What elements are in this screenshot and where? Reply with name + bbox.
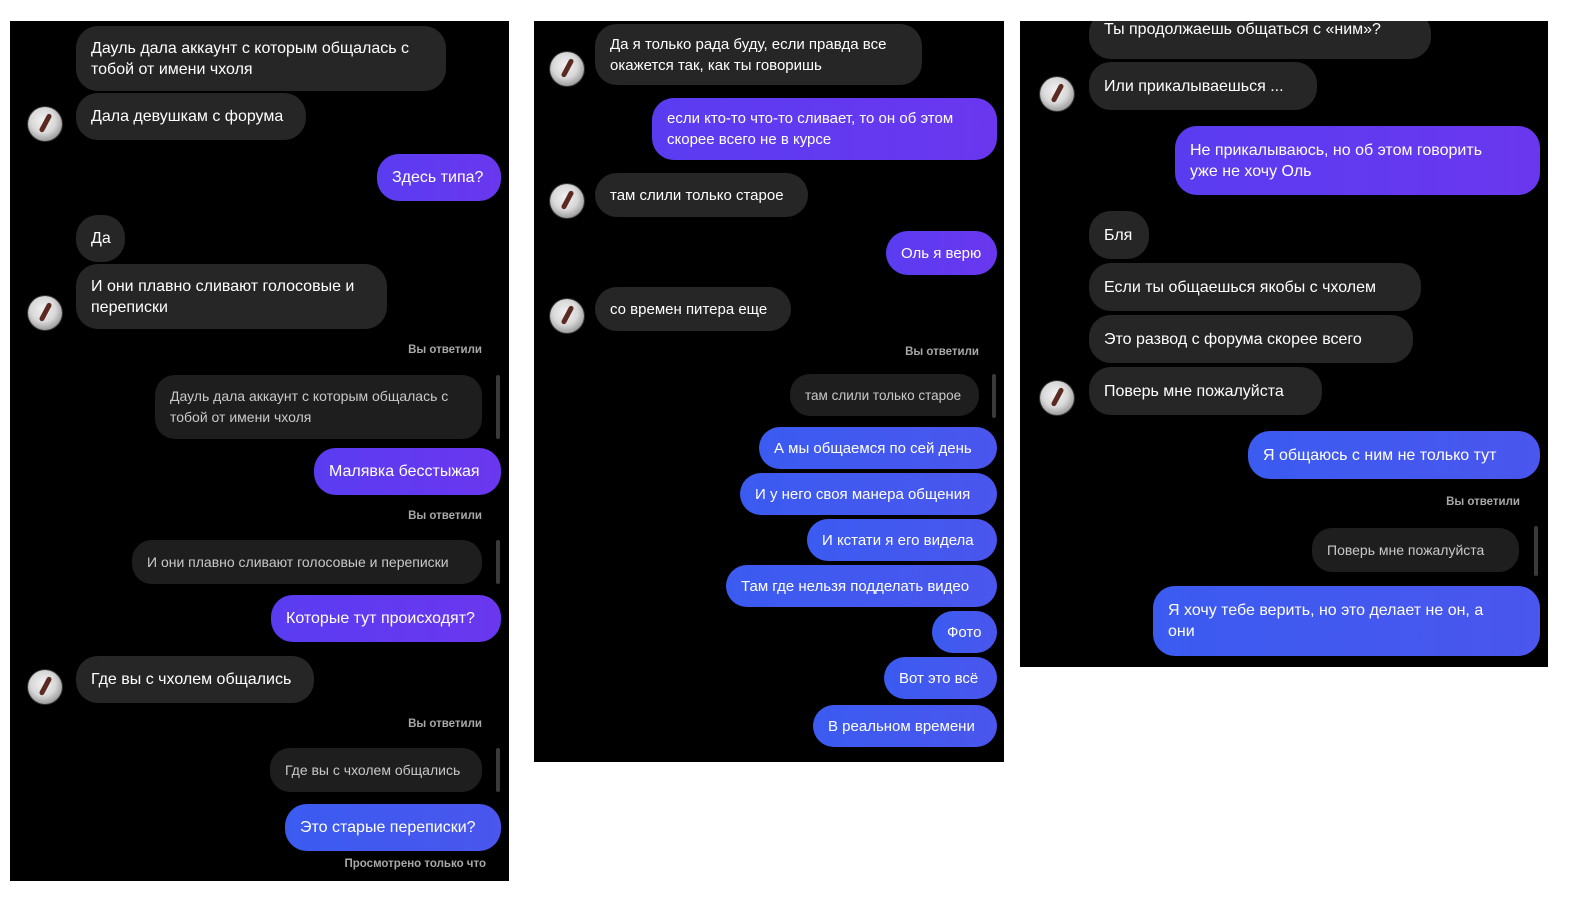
chat-panel-2: Да я только рада буду, если правда все о… [534, 21, 1004, 762]
message-outgoing[interactable]: Фото [932, 611, 997, 653]
message-incoming[interactable]: Это развод с форума скорее всего [1089, 315, 1413, 363]
message-incoming[interactable]: там слили только старое [595, 173, 808, 217]
quoted-message[interactable]: И они плавно сливают голосовые и перепис… [132, 540, 482, 584]
avatar-icon[interactable] [1040, 77, 1074, 111]
message-incoming[interactable]: со времен питера еще [595, 287, 791, 331]
message-outgoing[interactable]: Здесь типа? [377, 154, 501, 201]
replied-label: Вы ответили [1446, 496, 1520, 508]
avatar-icon[interactable] [550, 184, 584, 218]
avatar-icon[interactable] [550, 52, 584, 86]
replied-label: Вы ответили [408, 510, 482, 522]
message-outgoing[interactable]: Не прикалываюсь, но об этом говорить уже… [1175, 126, 1540, 195]
message-incoming[interactable]: Да я только рада буду, если правда все о… [595, 24, 922, 85]
quoted-message[interactable]: Дауль дала аккаунт с которым общалась с … [155, 375, 482, 439]
quoted-message[interactable]: там слили только старое [790, 374, 979, 416]
message-outgoing[interactable]: Там где нельзя подделать видео [726, 565, 997, 607]
message-outgoing[interactable]: Которые тут происходят? [271, 595, 501, 642]
message-outgoing[interactable]: Малявка бесстыжая [314, 448, 501, 495]
message-outgoing[interactable]: Это старые переписки? [285, 804, 501, 851]
message-incoming[interactable]: Ты продолжаешь общаться с «ним»? [1089, 21, 1431, 59]
message-incoming[interactable]: Да [76, 215, 125, 262]
message-outgoing[interactable]: И кстати я его видела [807, 519, 997, 561]
avatar-icon[interactable] [28, 107, 62, 141]
message-incoming[interactable]: Где вы с чхолем общались [76, 656, 314, 703]
chat-panel-1: Дауль дала аккаунт с которым общалась с … [10, 21, 509, 881]
message-outgoing[interactable]: В реальном времени [813, 705, 997, 747]
quoted-message[interactable]: Поверь мне пожалуйста [1312, 528, 1519, 572]
message-incoming[interactable]: Дауль дала аккаунт с которым общалась с … [76, 26, 446, 91]
message-outgoing[interactable]: Я хочу тебе верить, но это делает не он,… [1153, 586, 1540, 656]
quoted-message[interactable]: Где вы с чхолем общались [270, 748, 482, 792]
message-outgoing[interactable]: Вот это всё [884, 657, 997, 699]
replied-label: Вы ответили [905, 346, 979, 358]
replied-label: Вы ответили [408, 718, 482, 730]
quote-bar [992, 374, 996, 418]
chat-panel-3: Ты продолжаешь общаться с «ним»? Или при… [1020, 21, 1548, 667]
message-incoming[interactable]: Бля [1089, 211, 1149, 259]
avatar-icon[interactable] [28, 296, 62, 330]
message-outgoing[interactable]: Я общаюсь с ним не только тут [1248, 431, 1540, 479]
quote-bar [496, 540, 500, 584]
message-outgoing[interactable]: Оль я верю [886, 231, 997, 275]
message-outgoing[interactable]: И у него своя манера общения [740, 473, 997, 515]
message-outgoing[interactable]: если кто-то что-то сливает, то он об это… [652, 98, 997, 160]
message-incoming[interactable]: Если ты общаешься якобы с чхолем [1089, 263, 1421, 311]
avatar-icon[interactable] [550, 299, 584, 333]
message-incoming[interactable]: Поверь мне пожалуйста [1089, 367, 1322, 415]
avatar-icon[interactable] [28, 670, 62, 704]
quote-bar [496, 375, 500, 439]
message-incoming[interactable]: И они плавно сливают голосовые и перепис… [76, 264, 387, 329]
message-incoming[interactable]: Дала девушкам с форума [76, 93, 306, 140]
replied-label: Вы ответили [408, 344, 482, 356]
avatar-icon[interactable] [1040, 381, 1074, 415]
seen-status: Просмотрено только что [344, 858, 486, 870]
quote-bar [496, 748, 500, 792]
message-outgoing[interactable]: А мы общаемся по сей день [759, 427, 997, 469]
message-incoming[interactable]: Или прикалываешься ... [1089, 62, 1317, 110]
quote-bar [1534, 526, 1538, 576]
